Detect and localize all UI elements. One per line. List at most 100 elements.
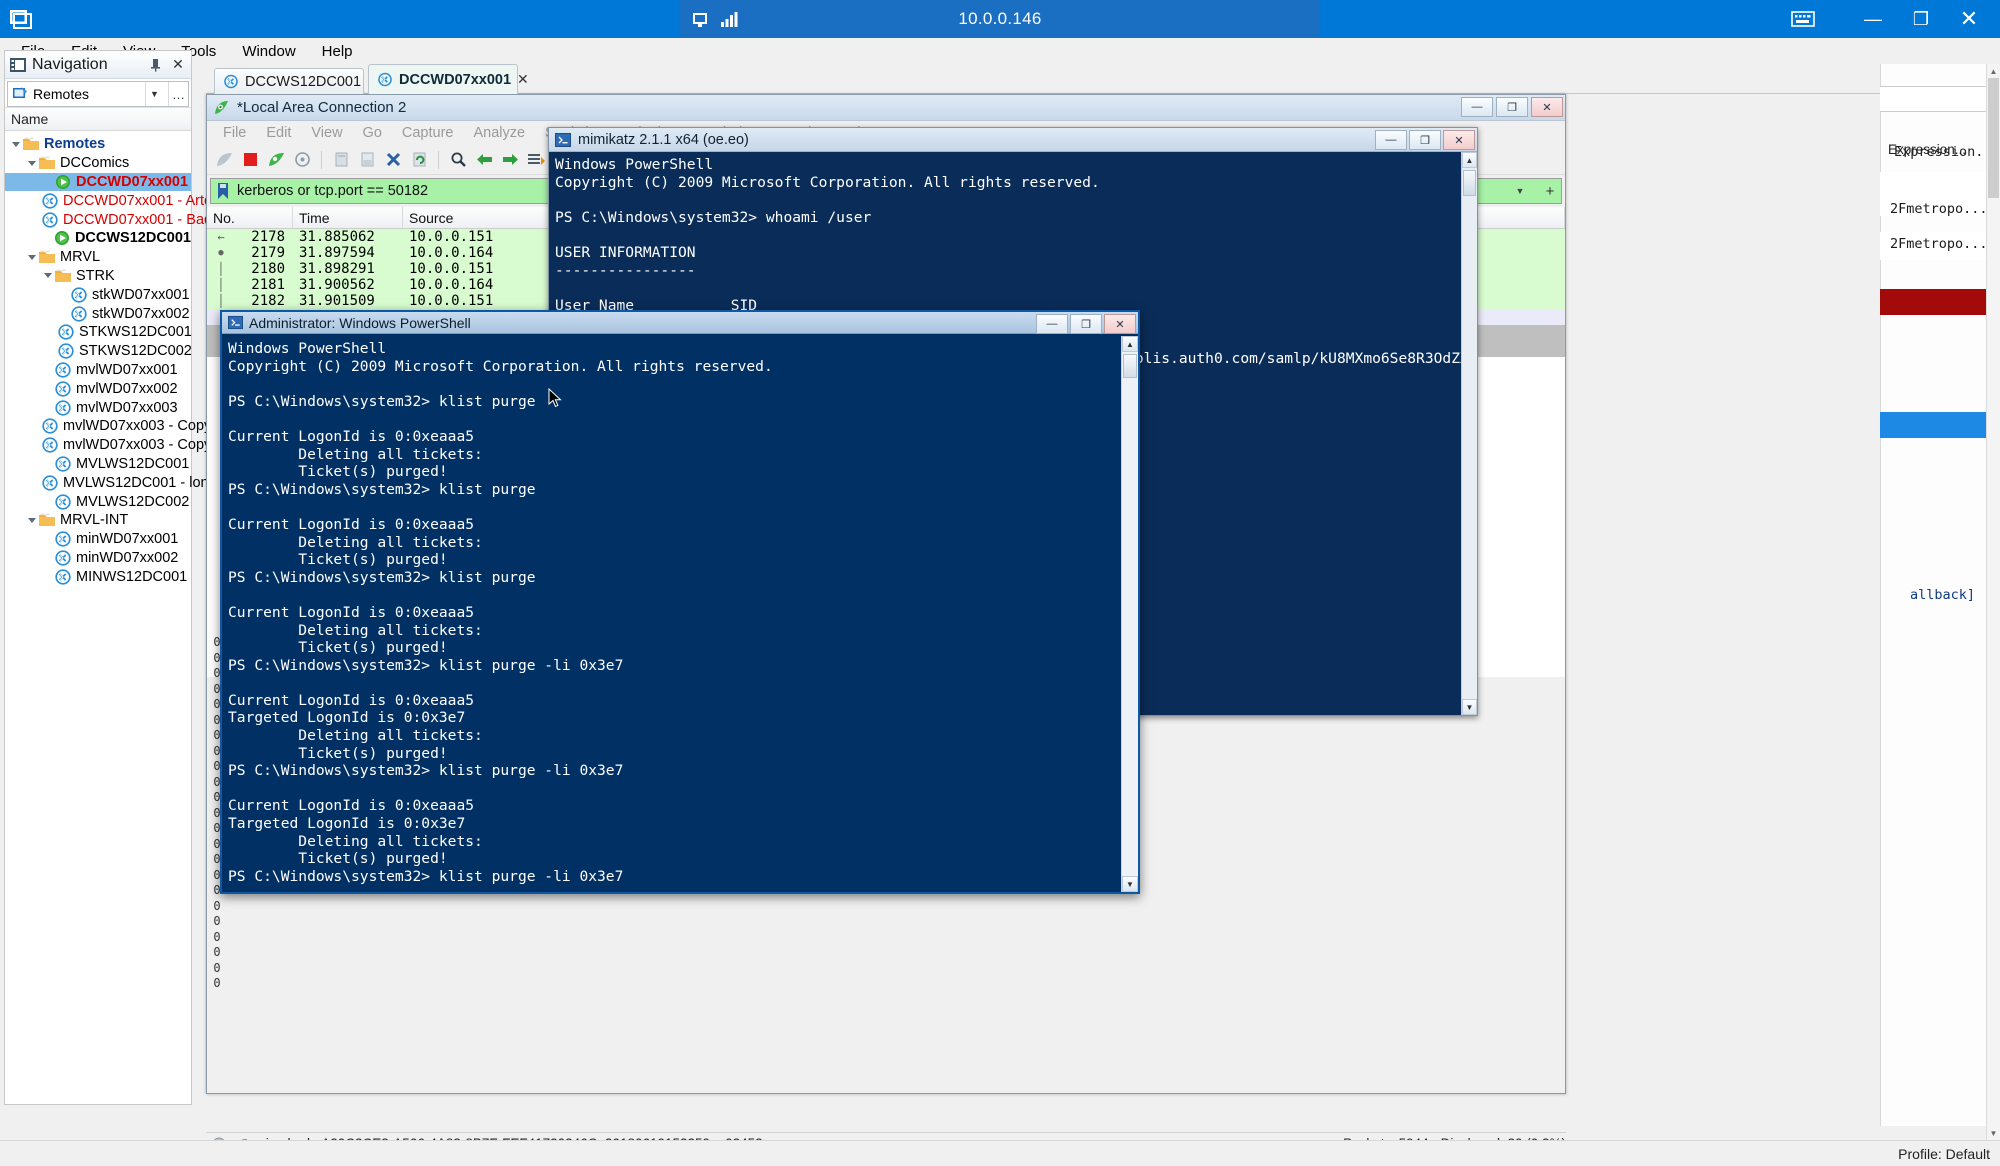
tree-item-dccws12dc001[interactable]: DCCWS12DC001 [5,229,191,248]
wireshark-menu-view[interactable]: View [301,123,352,143]
column-header-source[interactable]: Source [403,207,563,228]
tree-item-dccwd07xx001-artem[interactable]: DCCWD07xx001 - Artem [5,191,191,210]
bookmark-icon[interactable] [215,182,231,200]
save-file-icon[interactable] [356,149,378,171]
filter-expression-button[interactable]: Expression... [1888,142,1966,157]
tree-item-stkwd07xx001[interactable]: stkWD07xx001 [5,285,191,304]
close-button[interactable]: ✕ [1946,3,1992,35]
keyboard-icon[interactable] [1780,3,1826,35]
mimikatz-maximize-button[interactable]: ❐ [1409,130,1441,150]
mimikatz-scrollbar[interactable]: ▲ ▼ [1461,152,1477,715]
mimikatz-close-button[interactable]: ✕ [1443,130,1475,150]
tab-close-icon[interactable]: ✕ [517,71,529,88]
column-header-no[interactable]: No. [207,207,293,228]
wireshark-close-button[interactable]: ✕ [1531,97,1563,117]
tree-item-stkws12dc001[interactable]: STKWS12DC001 [5,323,191,342]
scroll-thumb[interactable] [1988,78,1999,198]
scroll-thumb[interactable] [1463,170,1476,196]
byte-offset-digit: 0 [209,899,225,915]
scroll-down-arrow-icon[interactable]: ▼ [1462,699,1477,715]
find-packet-icon[interactable] [447,149,469,171]
tree-item-dccwd07xx001-badgu[interactable]: DCCWD07xx001 - Badgu... [5,210,191,229]
wireshark-titlebar[interactable]: *Local Area Connection 2 — ❐ ✕ [207,95,1565,121]
scroll-down-arrow-icon[interactable]: ▼ [1987,1126,2000,1140]
tree-item-dccomics[interactable]: DCComics [5,154,191,173]
scroll-down-arrow-icon[interactable]: ▼ [1122,876,1138,892]
packet-cell-time: 31.898291 [293,261,403,277]
scroll-up-arrow-icon[interactable]: ▲ [1462,152,1477,168]
tree-item-strk[interactable]: STRK [5,267,191,286]
pin-icon[interactable] [146,56,164,74]
tree-expander-icon[interactable] [41,273,54,278]
tree-item-remotes[interactable]: Remotes [5,135,191,154]
restart-capture-icon[interactable] [265,149,287,171]
go-to-packet-icon[interactable] [525,149,547,171]
powershell-scrollbar[interactable]: ▲ ▼ [1121,336,1138,892]
play-icon [53,230,71,246]
open-file-icon[interactable] [330,149,352,171]
tree-item-dccwd07xx001[interactable]: DCCWD07xx001 [5,173,191,192]
tree-item-mrvl[interactable]: MRVL [5,248,191,267]
scroll-thumb[interactable] [1123,354,1137,378]
tree-item-mvlwd07xx003-copy[interactable]: mvlWD07xx003 - Copy [5,417,191,436]
restore-button[interactable]: ❐ [1898,3,1944,35]
stop-capture-icon[interactable] [239,149,261,171]
chevron-down-icon[interactable]: ▼ [145,82,163,106]
tree-expander-icon[interactable] [25,518,38,523]
filter-add-button[interactable]: + [1539,183,1561,200]
tab-dccws12dc001[interactable]: DCCWS12DC001 [214,68,364,94]
powershell-close-button[interactable]: ✕ [1104,314,1136,334]
tree-expander-icon[interactable] [25,255,38,260]
scroll-up-arrow-icon[interactable]: ▲ [1987,64,2000,78]
tree-item-stkwd07xx002[interactable]: stkWD07xx002 [5,304,191,323]
mimikatz-minimize-button[interactable]: — [1375,130,1407,150]
powershell-minimize-button[interactable]: — [1036,314,1068,334]
tab-dccwd07xx001[interactable]: DCCWD07xx001✕ [368,64,518,94]
tree-expander-icon[interactable] [9,142,22,147]
remotes-tree: RemotesDCComicsDCCWD07xx001DCCWD07xx001 … [5,131,191,586]
start-capture-icon[interactable] [213,149,235,171]
reload-file-icon[interactable] [408,149,430,171]
tree-expander-icon[interactable] [25,161,38,166]
tree-item-mvlwd07xx003-copy[interactable]: mvlWD07xx003 - Copy - ... [5,436,191,455]
wireshark-menu-go[interactable]: Go [353,123,392,143]
wireshark-menu-capture[interactable]: Capture [392,123,464,143]
close-icon[interactable]: ✕ [169,56,187,74]
more-options-button[interactable]: … [168,82,188,106]
packet-marker-icon: │ [207,294,229,308]
wireshark-menu-analyze[interactable]: Analyze [463,123,535,143]
minimize-button[interactable]: — [1850,3,1896,35]
wireshark-menu-file[interactable]: File [213,123,256,143]
menu-help[interactable]: Help [309,41,366,62]
tree-item-minwd07xx002[interactable]: minWD07xx002 [5,549,191,568]
wireshark-maximize-button[interactable]: ❐ [1496,97,1528,117]
tree-item-minwd07xx001[interactable]: minWD07xx001 [5,530,191,549]
outer-vertical-scrollbar[interactable]: ▲ ▼ [1986,64,2000,1140]
filter-history-chevron-icon[interactable]: ▼ [1507,179,1533,203]
go-back-icon[interactable] [473,149,495,171]
tree-item-mrvl-int[interactable]: MRVL-INT [5,511,191,530]
column-header-time[interactable]: Time [293,207,403,228]
tree-item-mvlws12dc001-long-user[interactable]: MVLWS12DC001 - long user [5,473,191,492]
menu-window[interactable]: Window [229,41,308,62]
tree-item-stkws12dc002[interactable]: STKWS12DC002 [5,342,191,361]
tree-item-mvlwd07xx002[interactable]: mvlWD07xx002 [5,379,191,398]
tree-column-header[interactable]: Name [5,107,191,131]
remotes-selector[interactable]: Remotes ▼ … [7,81,189,107]
capture-options-icon[interactable] [291,149,313,171]
tree-item-mvlwd07xx003[interactable]: mvlWD07xx003 [5,398,191,417]
scroll-up-arrow-icon[interactable]: ▲ [1122,336,1138,352]
wireshark-minimize-button[interactable]: — [1461,97,1493,117]
pin-icon[interactable] [690,9,710,29]
go-forward-icon[interactable] [499,149,521,171]
tree-item-minws12dc001[interactable]: MINWS12DC001 [5,567,191,586]
tree-item-mvlws12dc002[interactable]: MVLWS12DC002 [5,492,191,511]
mimikatz-titlebar[interactable]: mimikatz 2.1.1 x64 (oe.eo) — ❐ ✕ [549,128,1477,152]
tree-item-mvlws12dc001[interactable]: MVLWS12DC001 [5,455,191,474]
close-file-icon[interactable] [382,149,404,171]
powershell-console-output[interactable]: Windows PowerShell Copyright (C) 2009 Mi… [224,336,1120,890]
powershell-maximize-button[interactable]: ❐ [1070,314,1102,334]
wireshark-menu-edit[interactable]: Edit [256,123,301,143]
powershell-titlebar[interactable]: Administrator: Windows PowerShell — ❐ ✕ [222,312,1138,334]
tree-item-mvlwd07xx001[interactable]: mvlWD07xx001 [5,361,191,380]
